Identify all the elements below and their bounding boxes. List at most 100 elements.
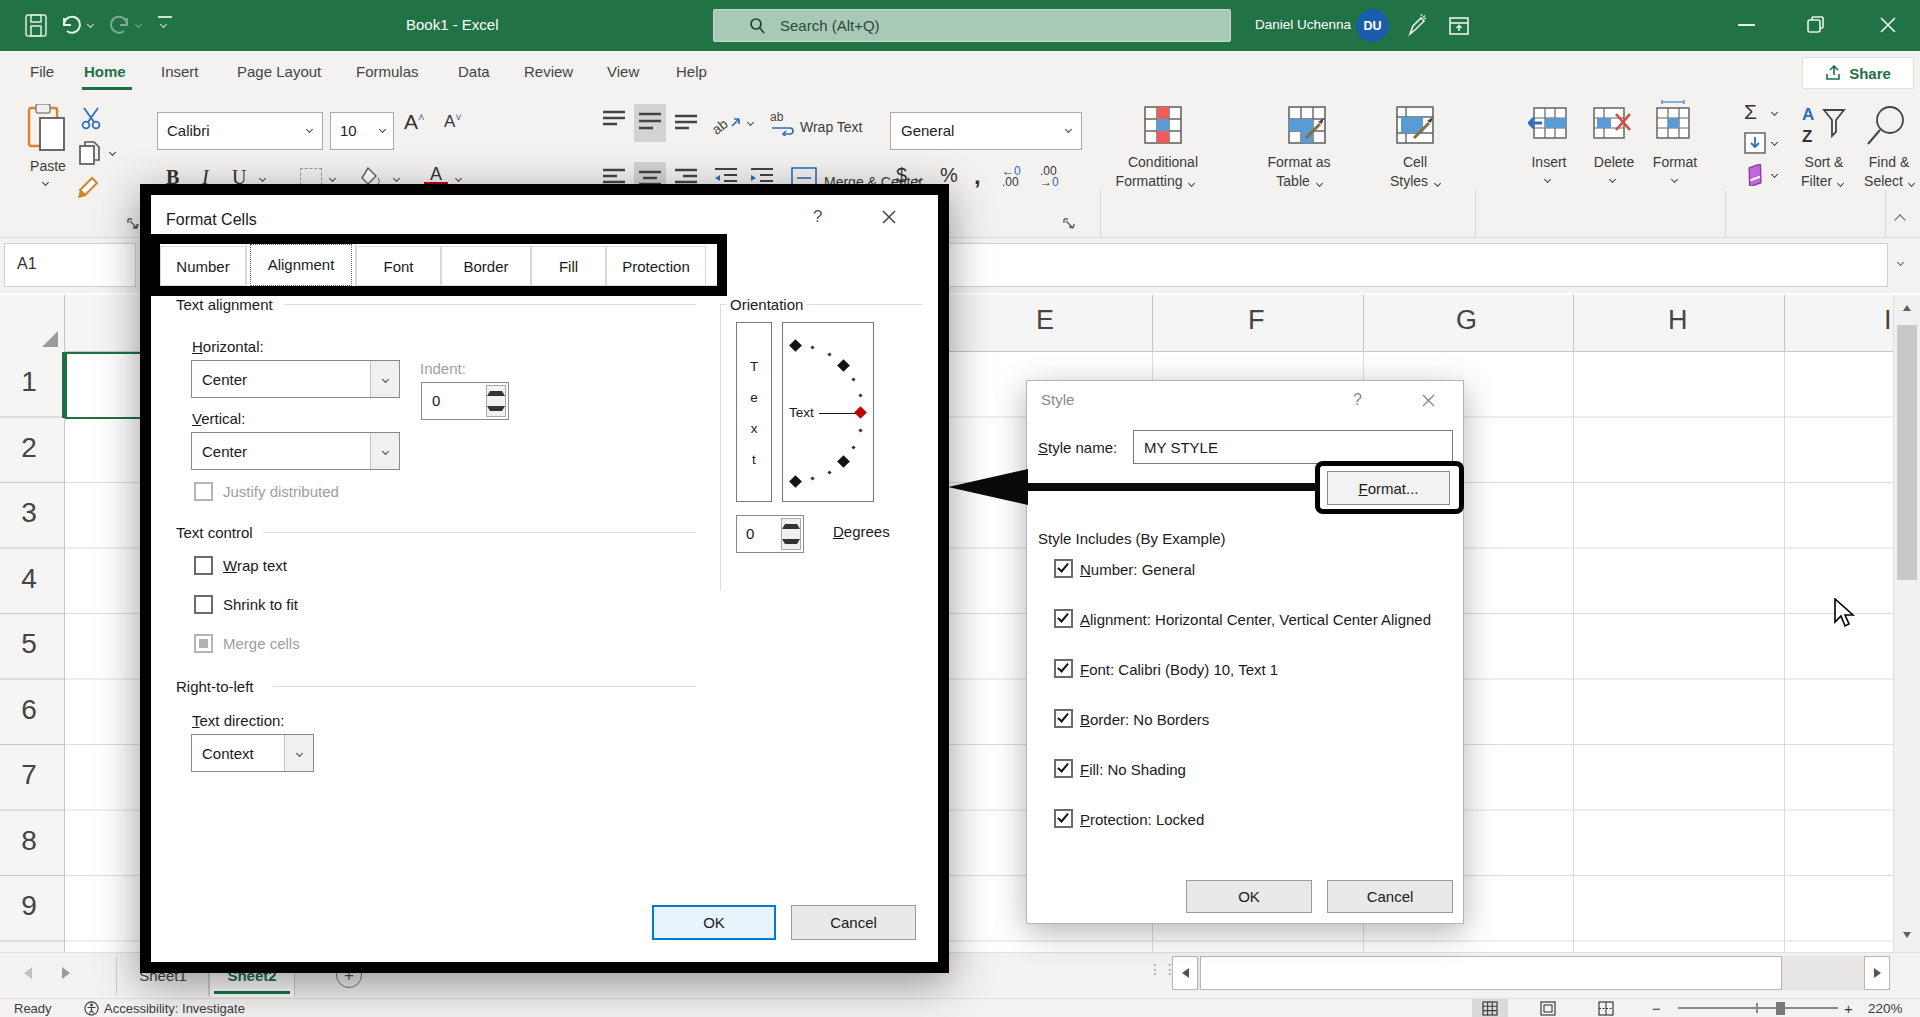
find-select-label2[interactable]: Select [1858,173,1920,189]
ribbon-display-options-icon[interactable] [1448,15,1470,37]
zoom-in-icon[interactable]: + [1844,1000,1853,1017]
share-button[interactable]: Share [1802,57,1914,89]
row-header-7[interactable]: 7 [0,759,58,791]
formula-bar-expand-icon[interactable] [1897,259,1904,266]
sort-filter-label1[interactable]: Sort & [1796,154,1852,170]
view-normal-icon[interactable] [1482,1001,1498,1016]
number-dialog-launcher-icon[interactable] [1062,217,1075,230]
underline-dropdown-icon[interactable] [259,175,266,182]
save-icon[interactable] [24,13,48,38]
zoom-out-icon[interactable]: − [1652,1000,1661,1017]
border-dropdown-icon[interactable] [329,175,336,182]
avatar[interactable]: DU [1356,9,1389,42]
tab-help[interactable]: Help [676,63,707,80]
font-size-dropdown-icon[interactable] [379,126,386,133]
format-as-table-label1[interactable]: Format as [1254,154,1344,170]
autosum-dropdown-icon[interactable] [1771,109,1778,116]
fill-dropdown-icon[interactable] [1771,139,1778,146]
style-help-button[interactable]: ? [1353,391,1362,409]
merge-cells-checkbox[interactable] [194,634,213,653]
row-header-9[interactable]: 9 [0,890,58,922]
format-as-table-icon[interactable] [1286,104,1328,146]
paste-icon[interactable] [26,104,68,152]
col-header-I[interactable]: I [1884,305,1892,336]
scroll-up-icon[interactable] [1903,305,1911,311]
sort-filter-label2[interactable]: Filter [1792,173,1852,189]
restore-button[interactable] [1806,15,1826,35]
minimize-button[interactable] [1738,24,1755,26]
format-dropdown-icon[interactable] [1671,176,1678,183]
decrease-font-icon[interactable]: A˅ [444,112,462,132]
vertical-combo[interactable]: Center [191,432,400,470]
align-top-icon[interactable] [600,108,628,138]
include-font-checkbox[interactable] [1054,659,1073,678]
clipboard-dialog-launcher-icon[interactable] [126,217,139,230]
sheet-nav-left-icon[interactable] [24,967,32,979]
status-accessibility[interactable]: Accessibility: Investigate [104,1001,245,1016]
shrink-to-fit-checkbox[interactable] [194,595,213,614]
tab-insert[interactable]: Insert [161,63,199,80]
delete-cells-icon[interactable] [1592,106,1632,140]
indent-down-icon[interactable] [487,401,505,416]
vertical-scrollbar[interactable] [1893,295,1920,952]
copy-icon[interactable] [78,140,102,166]
format-cells-icon[interactable] [1654,100,1692,140]
style-cancel-button[interactable]: Cancel [1327,880,1453,913]
wrap-text-icon[interactable]: ab [770,110,796,136]
scroll-down-icon[interactable] [1903,932,1911,938]
name-box[interactable]: A1 [4,243,136,287]
number-format-dropdown-icon[interactable] [1065,126,1072,133]
font-color-dropdown-icon[interactable] [455,175,462,182]
col-header-F[interactable]: F [1248,305,1265,336]
text-direction-combo[interactable]: Context [191,734,314,772]
view-page-layout-icon[interactable] [1540,1001,1556,1016]
autosum-icon[interactable]: Σ [1744,100,1757,124]
cell-styles-label1[interactable]: Cell [1386,154,1444,170]
delete-label[interactable]: Delete [1590,154,1638,170]
style-close-icon[interactable] [1421,393,1436,408]
cut-icon[interactable] [78,106,104,130]
insert-dropdown-icon[interactable] [1544,176,1551,183]
tab-page-layout[interactable]: Page Layout [237,63,321,80]
zoom-level[interactable]: 220% [1868,1001,1903,1016]
include-alignment-checkbox[interactable] [1054,609,1073,628]
quick-access-customize-icon[interactable] [158,16,172,18]
row-header-8[interactable]: 8 [0,825,58,857]
horizontal-combo-dropdown-icon[interactable] [370,361,399,397]
col-header-G[interactable]: G [1456,305,1477,336]
col-header-H[interactable]: H [1668,305,1688,336]
hscroll-left-button[interactable] [1172,956,1198,990]
dial-diamond-0[interactable] [854,406,867,419]
sort-filter-icon[interactable]: AZ [1800,104,1848,148]
user-name[interactable]: Daniel Uchenna [1255,17,1351,32]
zoom-slider-thumb[interactable] [1776,1002,1785,1015]
hscroll-right-button[interactable] [1864,956,1890,990]
sheet-nav-right-icon[interactable] [62,967,70,979]
conditional-formatting-label1[interactable]: Conditional [1116,154,1210,170]
col-header-E[interactable]: E [1036,305,1054,336]
row-header-4[interactable]: 4 [0,563,58,595]
undo-dropdown-icon[interactable] [87,21,94,28]
indent-up-icon[interactable] [487,386,505,401]
align-middle-icon[interactable] [634,104,666,142]
justify-distributed-checkbox[interactable] [194,482,213,501]
include-number-checkbox[interactable] [1054,559,1073,578]
tab-review[interactable]: Review [524,63,573,80]
orientation-icon[interactable]: ab [712,108,742,138]
tab-home[interactable]: Home [84,63,126,80]
insert-cells-icon[interactable] [1528,106,1568,140]
increase-decimal-icon[interactable]: ←0.00 [1002,166,1021,188]
clear-dropdown-icon[interactable] [1771,171,1778,178]
find-select-icon[interactable] [1866,104,1910,148]
find-select-label1[interactable]: Find & [1862,154,1916,170]
format-as-table-label2[interactable]: Table [1254,173,1344,189]
cell-styles-label2[interactable]: Styles [1380,173,1450,189]
row-header-5[interactable]: 5 [0,628,58,660]
font-size-combo[interactable]: 10 [330,112,394,150]
collapse-ribbon-icon[interactable] [1894,214,1905,225]
number-format-combo[interactable]: General [890,112,1082,150]
text-direction-dropdown-icon[interactable] [284,735,313,771]
format-cells-ok-button[interactable]: OK [652,905,776,940]
close-button[interactable] [1878,15,1898,35]
include-fill-checkbox[interactable] [1054,759,1073,778]
